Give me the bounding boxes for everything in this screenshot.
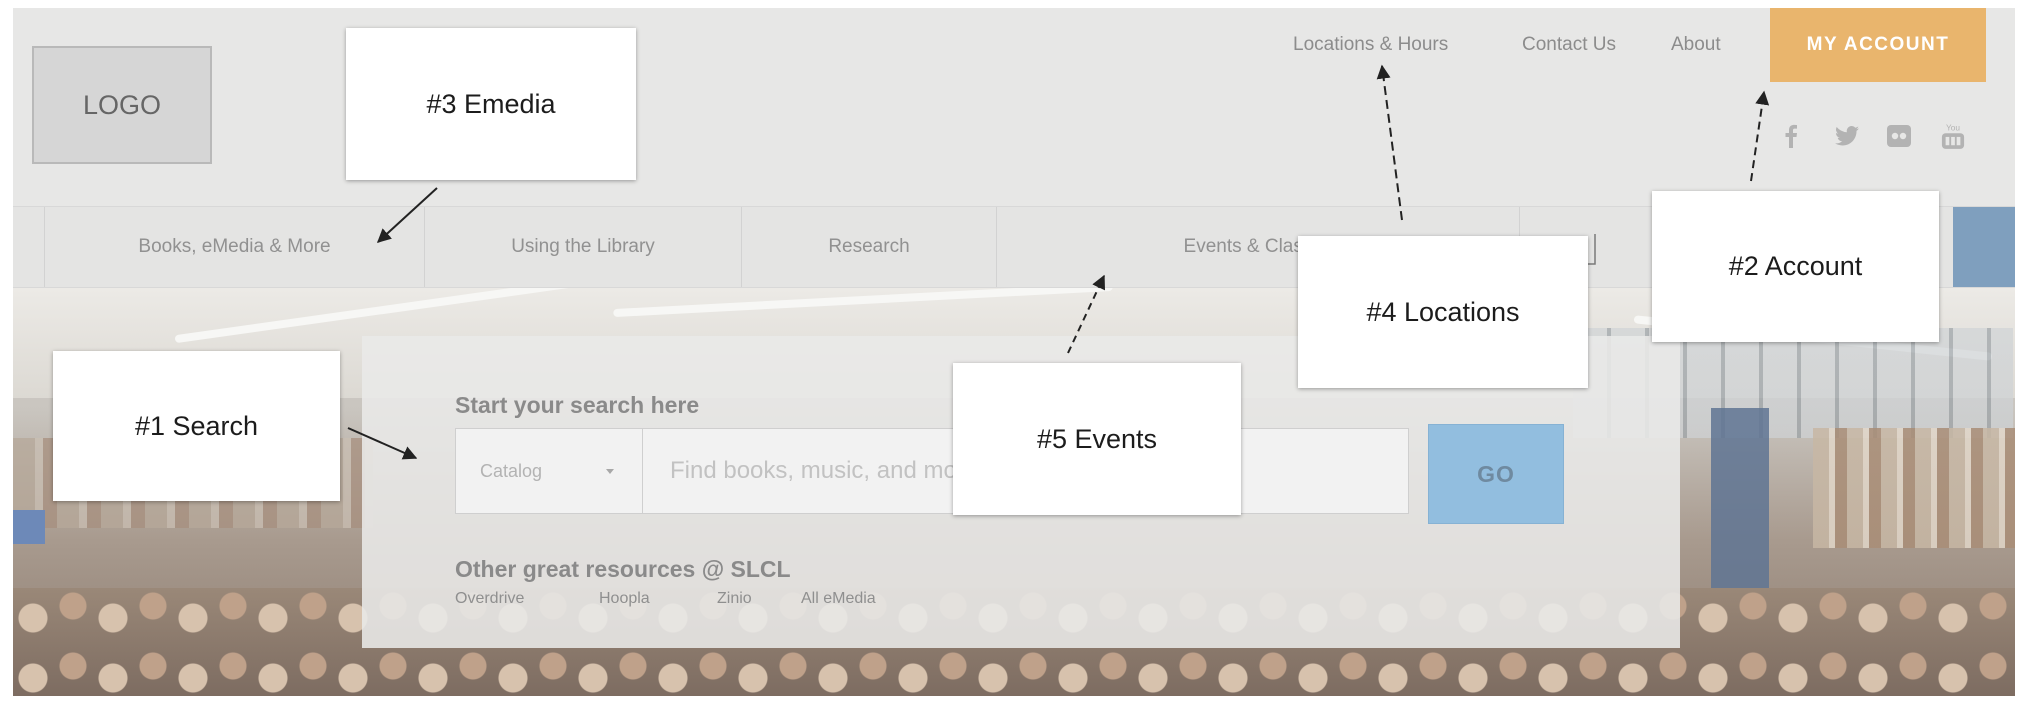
hero-bookshelves-right [1813, 428, 2015, 548]
twitter-icon[interactable] [1835, 124, 1859, 148]
about-link[interactable]: About [1671, 34, 1721, 56]
flickr-icon[interactable] [1887, 124, 1911, 148]
logo[interactable]: LOGO [32, 46, 212, 164]
callout-locations: #4 Locations [1298, 236, 1588, 388]
locations-hours-link[interactable]: Locations & Hours [1293, 34, 1448, 56]
search-box: Catalog [455, 428, 1409, 514]
callout-events: #5 Events [953, 363, 1241, 515]
hero-sign [13, 510, 45, 544]
go-button[interactable]: GO [1428, 424, 1564, 524]
arrow-account [1750, 90, 1770, 182]
callout-search: #1 Search [53, 351, 340, 501]
callout-emedia: #3 Emedia [346, 28, 636, 180]
resource-link-all-emedia[interactable]: All eMedia [801, 590, 876, 608]
chevron-down-icon [606, 469, 614, 474]
search-scope-label: Catalog [480, 460, 543, 481]
my-account-button[interactable]: MY ACCOUNT [1770, 8, 1986, 82]
arrow-locations [1376, 64, 1403, 221]
resource-link-overdrive[interactable]: Overdrive [455, 590, 524, 608]
contact-us-link[interactable]: Contact Us [1522, 34, 1616, 56]
callout-account: #2 Account [1652, 191, 1939, 342]
nav-highlight-block[interactable] [1953, 207, 2015, 287]
resource-link-zinio[interactable]: Zinio [717, 590, 752, 608]
resources-heading: Other great resources @ SLCL [455, 556, 791, 582]
wireframe-canvas: LOGO Locations & Hours Contact Us About … [13, 8, 2015, 696]
hero-pillar [1711, 408, 1769, 588]
search-heading: Start your search here [455, 392, 700, 418]
resource-link-hoopla[interactable]: Hoopla [599, 590, 650, 608]
youtube-glyph-text: You [1946, 122, 1960, 132]
nav-using-the-library[interactable]: Using the Library [424, 207, 741, 287]
nav-research[interactable]: Research [741, 207, 996, 287]
facebook-icon[interactable] [1779, 124, 1803, 148]
search-scope-select[interactable]: Catalog [456, 429, 643, 513]
youtube-icon[interactable]: You [1941, 122, 1965, 149]
nav-books-emedia-more[interactable]: Books, eMedia & More [44, 207, 424, 287]
